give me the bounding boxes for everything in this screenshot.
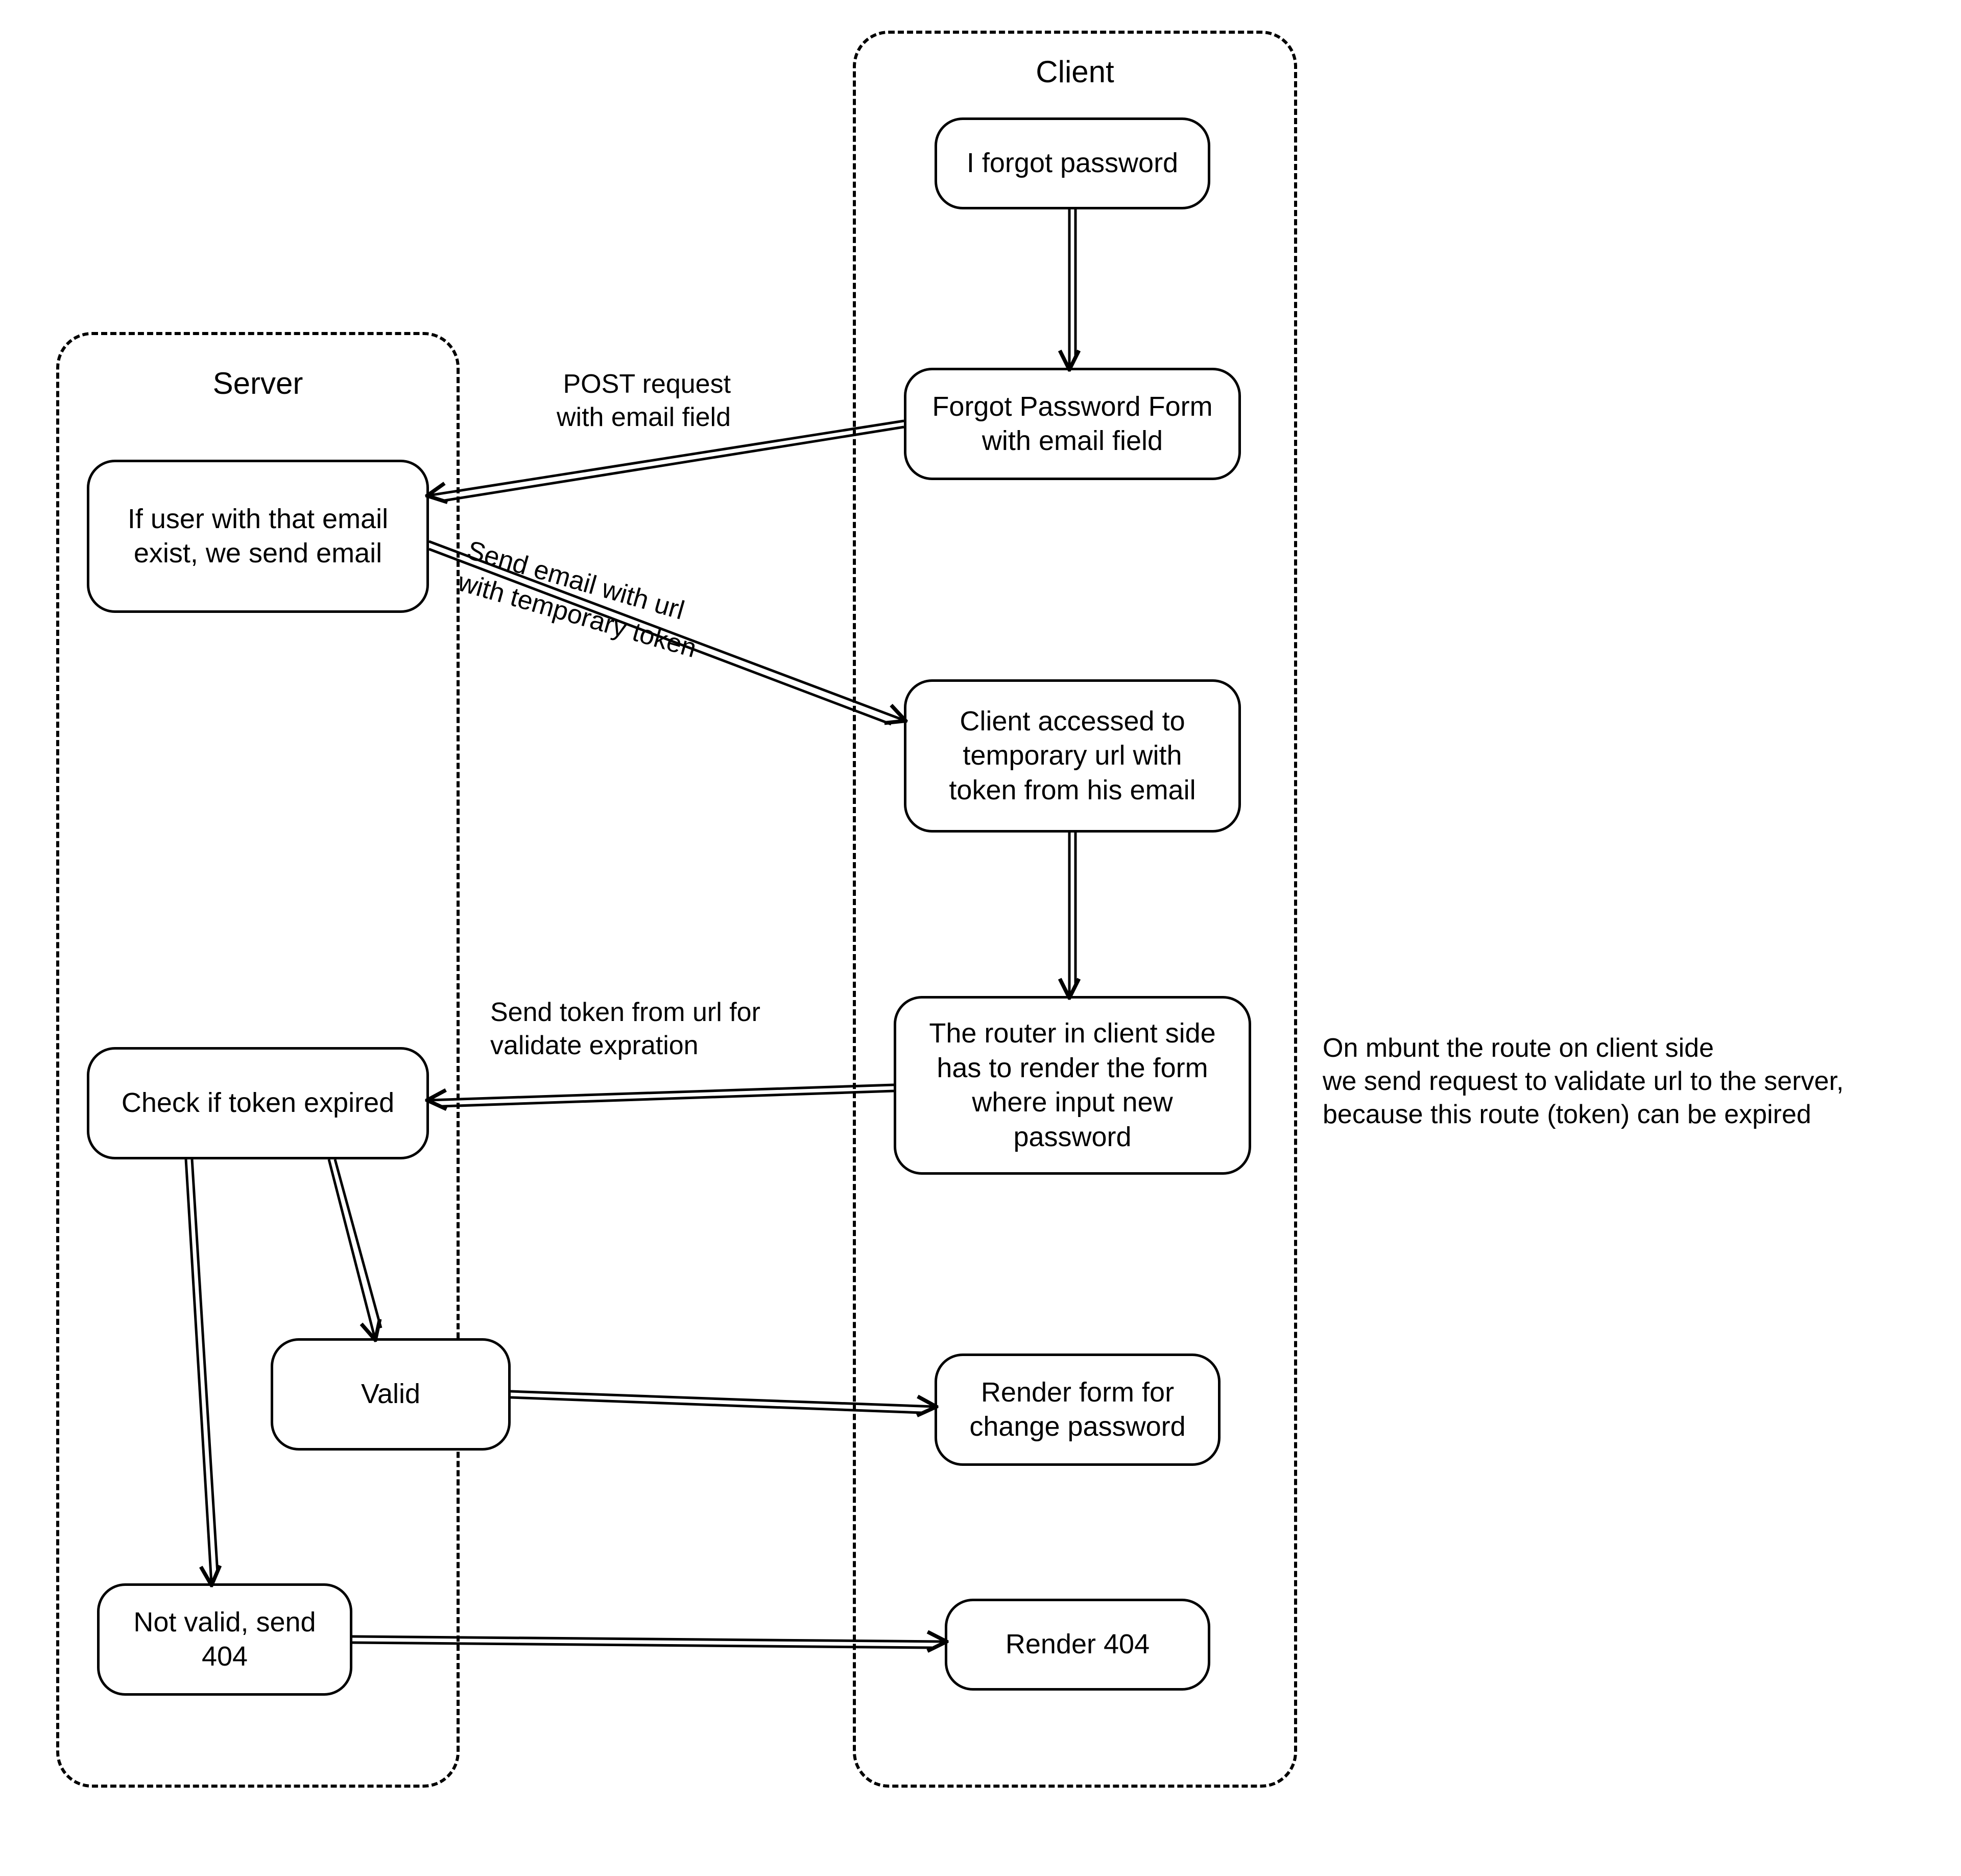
label-send-email: Send email with url with temporary token — [454, 534, 709, 666]
edge-send-token — [429, 1085, 894, 1106]
node-client-accessed: Client accessed to temporary url with to… — [904, 679, 1241, 833]
node-if-user-exist: If user with that email exist, we send e… — [87, 460, 429, 613]
node-valid: Valid — [271, 1338, 511, 1451]
node-forgot-password: I forgot password — [935, 117, 1210, 209]
label-send-token: Send token from url for validate exprati… — [490, 996, 760, 1062]
node-forgot-form: Forgot Password Form with email field — [904, 368, 1241, 480]
label-on-mount-note: On mbunt the route on client side we sen… — [1323, 1032, 1844, 1131]
client-lane-title: Client — [856, 54, 1294, 89]
node-router-render: The router in client side has to render … — [894, 996, 1251, 1175]
node-check-expired: Check if token expired — [87, 1047, 429, 1159]
node-not-valid: Not valid, send 404 — [97, 1583, 352, 1696]
node-render-form: Render form for change password — [935, 1353, 1221, 1466]
node-render-404: Render 404 — [945, 1599, 1210, 1691]
client-lane: Client — [853, 31, 1297, 1788]
server-lane-title: Server — [59, 366, 457, 401]
label-post-request: POST request with email field — [557, 368, 731, 434]
